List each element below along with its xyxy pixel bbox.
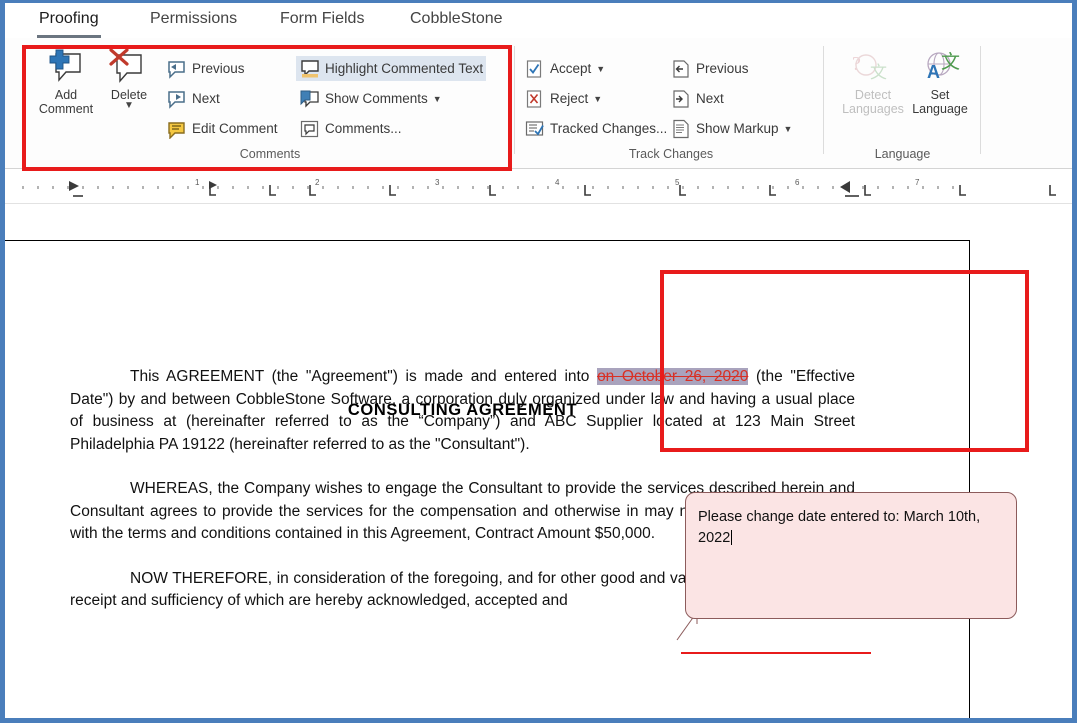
group-divider-3 bbox=[980, 46, 981, 154]
svg-text:3: 3 bbox=[435, 178, 440, 187]
show-comments-caret-icon[interactable]: ▼ bbox=[433, 94, 442, 104]
comment-callout-text[interactable]: Please change date entered to: March 10t… bbox=[698, 507, 1002, 549]
next-comment-icon bbox=[166, 89, 188, 109]
svg-text:1: 1 bbox=[195, 178, 200, 187]
next-change-icon bbox=[670, 89, 692, 109]
detect-languages-icon: ? 文 bbox=[838, 48, 908, 88]
tab-cobblestone[interactable]: CobbleStone bbox=[400, 7, 513, 37]
paragraph-1: This AGREEMENT (the "Agreement") is made… bbox=[70, 366, 855, 456]
tab-permissions-label: Permissions bbox=[150, 10, 238, 27]
track-changes-group-label: Track Changes bbox=[628, 147, 714, 161]
tracked-changes-label: Tracked Changes... bbox=[550, 121, 668, 136]
delete-comment-button[interactable]: Delete ▼ bbox=[97, 48, 161, 111]
tracked-changes-icon bbox=[524, 119, 546, 139]
text-cursor bbox=[731, 530, 733, 545]
show-markup-icon bbox=[670, 119, 692, 139]
tab-form-fields[interactable]: Form Fields bbox=[270, 7, 374, 37]
word-editor-window: Proofing Permissions Form Fields CobbleS… bbox=[0, 0, 1077, 723]
svg-text:文: 文 bbox=[870, 63, 887, 82]
previous-change-button[interactable]: Previous bbox=[667, 56, 752, 81]
comment-callout-value: Please change date entered to: March 10t… bbox=[698, 509, 981, 546]
show-markup-button[interactable]: Show Markup ▼ bbox=[667, 116, 795, 141]
set-language-button[interactable]: A 文 Set Language bbox=[905, 48, 975, 116]
reject-change-button[interactable]: Reject ▼ bbox=[521, 86, 605, 111]
reject-change-label: Reject bbox=[550, 91, 589, 106]
paragraph-1-before: This AGREEMENT (the "Agreement") is made… bbox=[130, 368, 598, 385]
tab-proofing-label: Proofing bbox=[39, 10, 99, 27]
next-comment-label: Next bbox=[192, 91, 220, 106]
comment-anchor-line bbox=[681, 652, 871, 654]
accept-change-label: Accept bbox=[550, 61, 592, 76]
ruler-ticks: 1 2 3 4 5 6 7 bbox=[22, 178, 1056, 199]
highlight-commented-text-icon bbox=[299, 59, 321, 79]
set-language-icon: A 文 bbox=[905, 48, 975, 88]
comments-dialog-label: Comments... bbox=[325, 121, 402, 136]
show-markup-label: Show Markup bbox=[696, 121, 779, 136]
reject-change-icon bbox=[524, 89, 546, 109]
comments-dialog-button[interactable]: Comments... bbox=[296, 116, 405, 141]
document-canvas[interactable]: CONSULTING AGREEMENT This AGREEMENT (the… bbox=[5, 204, 1072, 718]
group-divider-1 bbox=[514, 46, 515, 154]
accept-change-button[interactable]: Accept ▼ bbox=[521, 56, 608, 81]
show-comments-icon bbox=[299, 89, 321, 109]
next-change-label: Next bbox=[696, 91, 724, 106]
delete-comment-caret-icon[interactable]: ▼ bbox=[97, 100, 161, 111]
add-comment-button[interactable]: Add Comment bbox=[34, 48, 98, 116]
svg-text:2: 2 bbox=[315, 178, 320, 187]
edit-comment-label: Edit Comment bbox=[192, 121, 278, 136]
document-page[interactable]: CONSULTING AGREEMENT This AGREEMENT (the… bbox=[5, 240, 970, 718]
horizontal-ruler[interactable]: 1 2 3 4 5 6 7 bbox=[5, 169, 1072, 204]
highlight-commented-text-label: Highlight Commented Text bbox=[325, 61, 484, 76]
svg-text:文: 文 bbox=[941, 51, 960, 73]
tab-form-fields-label: Form Fields bbox=[280, 10, 365, 27]
svg-text:4: 4 bbox=[555, 178, 560, 187]
reject-caret-icon[interactable]: ▼ bbox=[593, 94, 602, 104]
next-comment-button[interactable]: Next bbox=[163, 86, 223, 111]
svg-text:6: 6 bbox=[795, 178, 800, 187]
previous-comment-label: Previous bbox=[192, 61, 245, 76]
comment-callout[interactable]: Please change date entered to: March 10t… bbox=[685, 492, 1017, 619]
ribbon-tab-bar: Proofing Permissions Form Fields CobbleS… bbox=[5, 3, 1072, 39]
group-divider-2 bbox=[823, 46, 824, 154]
show-markup-caret-icon[interactable]: ▼ bbox=[784, 124, 793, 134]
add-comment-icon bbox=[34, 48, 98, 88]
previous-comment-button[interactable]: Previous bbox=[163, 56, 248, 81]
detect-languages-label: Detect Languages bbox=[842, 88, 904, 116]
tab-cobblestone-label: CobbleStone bbox=[410, 10, 503, 27]
tracked-deletion-text: on October 26, 2020 bbox=[597, 368, 749, 385]
previous-change-label: Previous bbox=[696, 61, 749, 76]
edit-comment-icon bbox=[166, 119, 188, 140]
svg-text:A: A bbox=[927, 62, 940, 82]
tab-proofing[interactable]: Proofing bbox=[29, 7, 109, 39]
delete-comment-icon bbox=[97, 48, 161, 88]
tab-permissions[interactable]: Permissions bbox=[140, 7, 247, 37]
next-change-button[interactable]: Next bbox=[667, 86, 727, 111]
show-comments-label: Show Comments bbox=[325, 91, 428, 106]
highlight-commented-text-button[interactable]: Highlight Commented Text bbox=[296, 56, 487, 81]
add-comment-label: Add Comment bbox=[38, 88, 94, 116]
edit-comment-button[interactable]: Edit Comment bbox=[163, 116, 281, 141]
tracked-changes-button[interactable]: Tracked Changes... bbox=[521, 116, 670, 141]
detect-languages-button[interactable]: ? 文 Detect Languages bbox=[838, 48, 908, 116]
previous-change-icon bbox=[670, 59, 692, 79]
previous-comment-icon bbox=[166, 59, 188, 79]
accept-change-icon bbox=[524, 59, 546, 79]
show-comments-button[interactable]: Show Comments ▼ bbox=[296, 86, 445, 111]
accept-caret-icon[interactable]: ▼ bbox=[596, 64, 605, 74]
ribbon: Add Comment Delete ▼ Previous Next Edit … bbox=[5, 38, 1072, 169]
svg-text:7: 7 bbox=[915, 178, 920, 187]
comments-group-label: Comments bbox=[239, 147, 301, 161]
language-group-label: Language bbox=[874, 147, 931, 161]
set-language-label: Set Language bbox=[912, 88, 968, 116]
comments-dialog-icon bbox=[299, 119, 321, 139]
